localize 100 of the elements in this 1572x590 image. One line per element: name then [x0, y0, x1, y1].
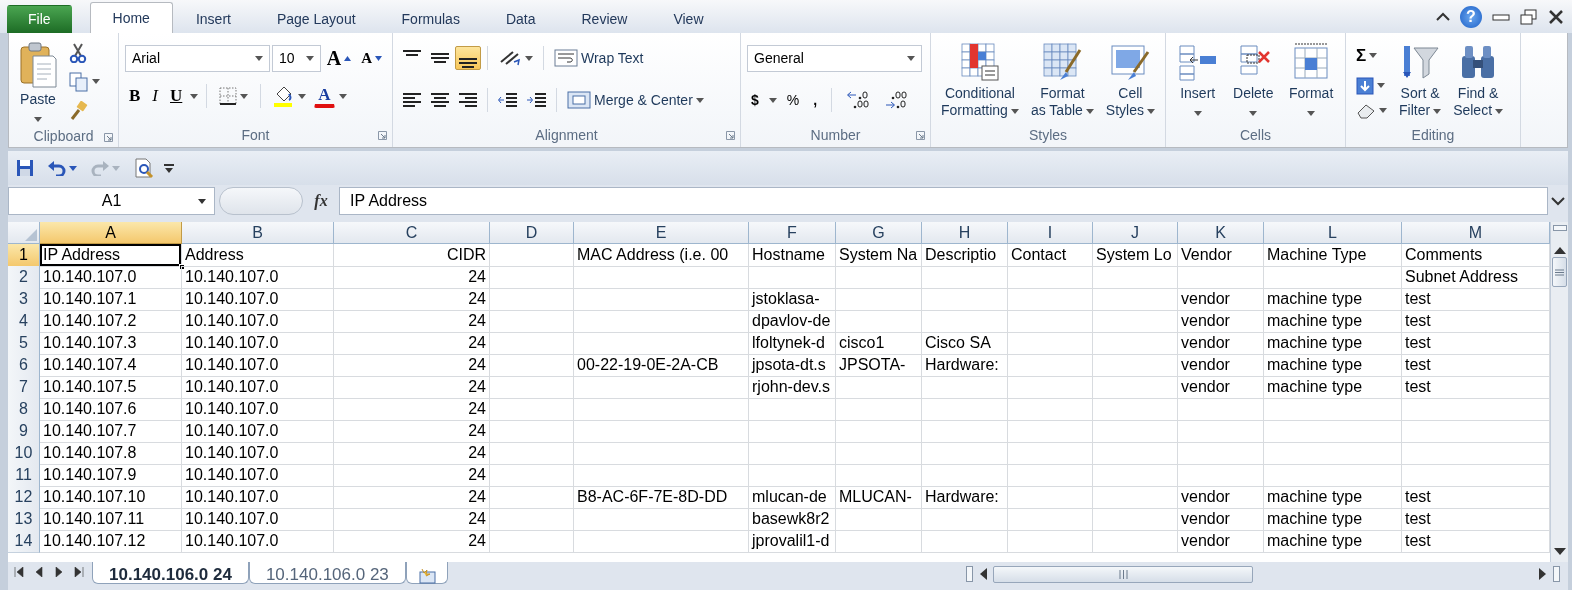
indent-icon [527, 93, 546, 107]
insert-function-button[interactable]: fx [303, 187, 339, 215]
sheet-tab[interactable]: 10.140.106.0 23 [248, 562, 406, 584]
editing-button[interactable]: Sort & Filter [1395, 39, 1446, 123]
row-header[interactable]: 2 [8, 266, 40, 289]
column-header[interactable]: L [1264, 222, 1402, 244]
comma-button[interactable]: , [809, 87, 822, 113]
dialog-launcher-icon[interactable] [726, 131, 735, 140]
column-header[interactable]: K [1178, 222, 1264, 244]
row-header[interactable]: 6 [8, 354, 40, 377]
scroll-up-icon[interactable] [1553, 246, 1566, 254]
column-header[interactable]: M [1402, 222, 1550, 244]
ribbon-tab[interactable]: File [7, 5, 72, 33]
row-header[interactable]: 1 [8, 244, 40, 267]
column-header[interactable]: C [334, 222, 490, 244]
font-size-field[interactable]: 10 [272, 44, 321, 72]
align-lines-icon [431, 93, 449, 107]
customize-toolbar-icon[interactable] [164, 163, 174, 173]
table-cell: 10.140.107.0 [182, 508, 334, 531]
column-header[interactable]: F [749, 222, 836, 244]
dialog-launcher-icon[interactable] [378, 131, 387, 140]
ribbon-tab[interactable]: Home [89, 2, 173, 33]
ribbon-tab[interactable]: Data [482, 5, 559, 33]
table-cell: 10.140.107.9 [40, 464, 182, 487]
row-header[interactable]: 8 [8, 398, 40, 421]
ribbon-tab[interactable]: Formulas [378, 5, 483, 33]
restore-icon[interactable] [1520, 8, 1538, 25]
column-header[interactable]: B [182, 222, 334, 244]
collapse-ribbon-icon[interactable] [1436, 11, 1450, 22]
expand-icon[interactable] [1550, 196, 1566, 206]
sheet-tab[interactable]: 10.140.106.0 24 [92, 562, 249, 584]
scrollbar-thumb[interactable] [993, 565, 1253, 583]
sheet-nav-icon[interactable] [14, 567, 24, 577]
paste-button[interactable]: Paste [15, 39, 61, 125]
fill-handle[interactable] [179, 263, 185, 270]
save-icon [16, 159, 34, 177]
scroll-right-icon[interactable] [1539, 568, 1547, 580]
row-header[interactable]: 10 [8, 442, 40, 465]
table-cell: Address [182, 244, 334, 267]
table-cell: 24 [334, 508, 490, 531]
table-cell: System Na [836, 244, 922, 267]
ribbon-tab[interactable]: View [650, 5, 727, 33]
row-header[interactable]: 7 [8, 376, 40, 399]
copy-icon [69, 72, 89, 92]
row-header[interactable]: 4 [8, 310, 40, 333]
underline-button[interactable]: U [166, 81, 187, 111]
scroll-down-icon[interactable] [1553, 548, 1566, 556]
insert-sheet-button[interactable] [405, 562, 448, 584]
cells-button[interactable]: Format [1284, 39, 1338, 123]
row-header[interactable]: 13 [8, 508, 40, 531]
row-header[interactable]: 14 [8, 530, 40, 553]
number-format-field[interactable]: General [747, 44, 922, 72]
font-name-field[interactable]: Arial [125, 44, 270, 72]
ribbon-tab[interactable]: Page Layout [253, 5, 379, 33]
font-color-button[interactable]: A [314, 84, 335, 108]
merge-center-button[interactable]: Merge & Center [563, 87, 708, 113]
ribbon-tab[interactable]: Review [558, 5, 651, 33]
column-header[interactable]: H [922, 222, 1008, 244]
style-button[interactable]: Format as Table [1026, 39, 1098, 123]
row-header[interactable]: 3 [8, 288, 40, 311]
dialog-launcher-icon[interactable] [916, 131, 925, 140]
grow-font-button[interactable]: A [322, 41, 356, 75]
row-header[interactable]: 11 [8, 464, 40, 487]
column-header[interactable]: E [574, 222, 749, 244]
autosum-button[interactable]: Σ [1352, 41, 1391, 71]
row-header[interactable]: 5 [8, 332, 40, 355]
editing-button[interactable]: Find & Select [1449, 39, 1508, 123]
close-icon[interactable] [1548, 8, 1564, 25]
scroll-left-icon[interactable] [979, 568, 987, 580]
sheet-nav-icon[interactable] [74, 567, 84, 577]
percent-button[interactable]: % [782, 87, 804, 113]
ribbon-tab[interactable]: Insert [172, 5, 254, 33]
currency-button[interactable]: $ [747, 87, 763, 113]
column-header[interactable]: A [40, 222, 182, 244]
style-button[interactable]: Cell Styles [1101, 39, 1159, 123]
shrink-font-button[interactable]: A [357, 44, 386, 72]
bottom-align-button[interactable] [455, 46, 481, 70]
table-cell: rjohn-dev.s [749, 376, 836, 399]
split-box-icon[interactable] [1552, 225, 1567, 231]
name-box[interactable]: A1 [8, 187, 215, 215]
bold-button[interactable]: B [125, 81, 145, 111]
wrap-text-button[interactable]: Wrap Text [550, 45, 648, 71]
column-header[interactable]: G [836, 222, 922, 244]
split-box-icon[interactable] [966, 566, 973, 582]
row-header[interactable]: 9 [8, 420, 40, 443]
row-header[interactable]: 12 [8, 486, 40, 509]
column-header[interactable]: I [1008, 222, 1093, 244]
formula-field[interactable]: IP Address [339, 187, 1548, 215]
scrollbar-thumb[interactable] [1552, 257, 1567, 287]
column-header[interactable]: D [490, 222, 574, 244]
column-header[interactable]: J [1093, 222, 1178, 244]
dialog-launcher-icon[interactable] [104, 133, 113, 142]
align-lines-icon [403, 93, 421, 107]
split-box-icon[interactable] [1553, 566, 1560, 582]
minimize-icon[interactable] [1492, 11, 1510, 22]
caret-icon [1147, 108, 1155, 114]
cells-button[interactable]: Delete [1229, 39, 1278, 123]
cells-button[interactable]: Insert [1173, 39, 1222, 123]
italic-button[interactable]: I [148, 81, 162, 111]
style-button[interactable]: Conditional Formatting [937, 39, 1023, 123]
